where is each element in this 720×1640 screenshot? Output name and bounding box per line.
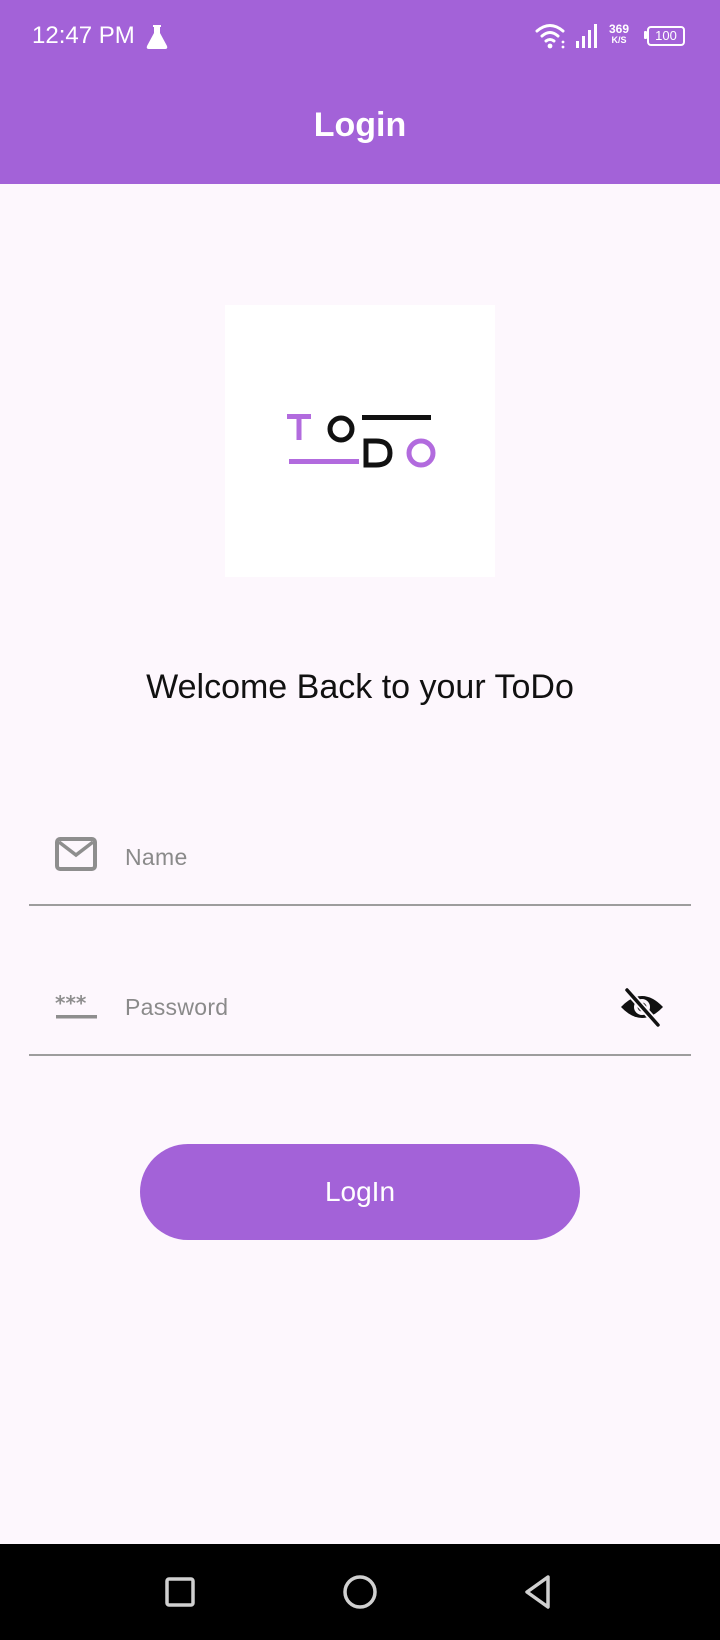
home-icon[interactable]	[340, 1572, 380, 1612]
network-speed: 369 K/S	[606, 22, 632, 46]
mail-icon	[55, 837, 97, 871]
status-time: 12:47 PM	[32, 22, 135, 49]
system-nav-bar	[0, 1544, 720, 1640]
battery-icon: 100	[644, 26, 686, 46]
page-title: Login	[313, 106, 407, 144]
name-input[interactable]: Name	[125, 844, 188, 871]
name-field[interactable]: Name	[29, 808, 691, 906]
back-icon[interactable]	[518, 1572, 558, 1612]
password-icon: ***	[55, 992, 97, 1019]
svg-text:***: ***	[55, 992, 87, 1015]
app-bar: Login	[0, 72, 720, 184]
status-bar: 12:47 PM 369 K/S 100	[0, 0, 720, 72]
visibility-off-icon[interactable]	[619, 984, 665, 1030]
signal-icon	[576, 24, 597, 48]
battery-level: 100	[647, 26, 685, 46]
password-input[interactable]: Password	[125, 994, 228, 1021]
login-button[interactable]: LogIn	[140, 1144, 580, 1240]
speed-unit: K/S	[611, 35, 627, 45]
flask-icon	[146, 25, 168, 49]
password-field[interactable]: *** Password	[29, 958, 691, 1056]
todo-logo-graphic	[287, 414, 436, 468]
recents-icon[interactable]	[160, 1572, 200, 1612]
wifi-icon	[535, 24, 565, 49]
speed-value: 369	[608, 22, 630, 36]
app-logo	[225, 305, 495, 577]
welcome-heading: Welcome Back to your ToDo	[146, 668, 574, 706]
